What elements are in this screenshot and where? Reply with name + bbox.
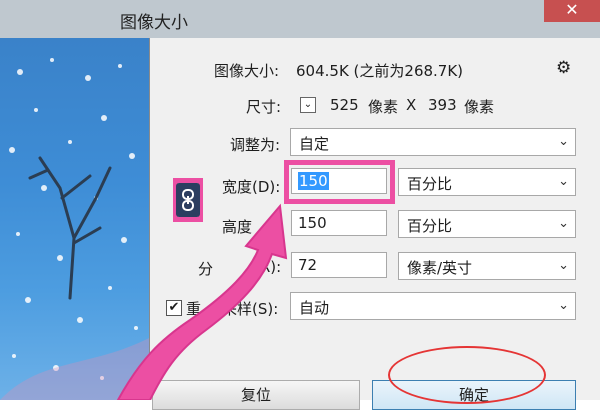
- annotation-arrow: [116, 203, 288, 400]
